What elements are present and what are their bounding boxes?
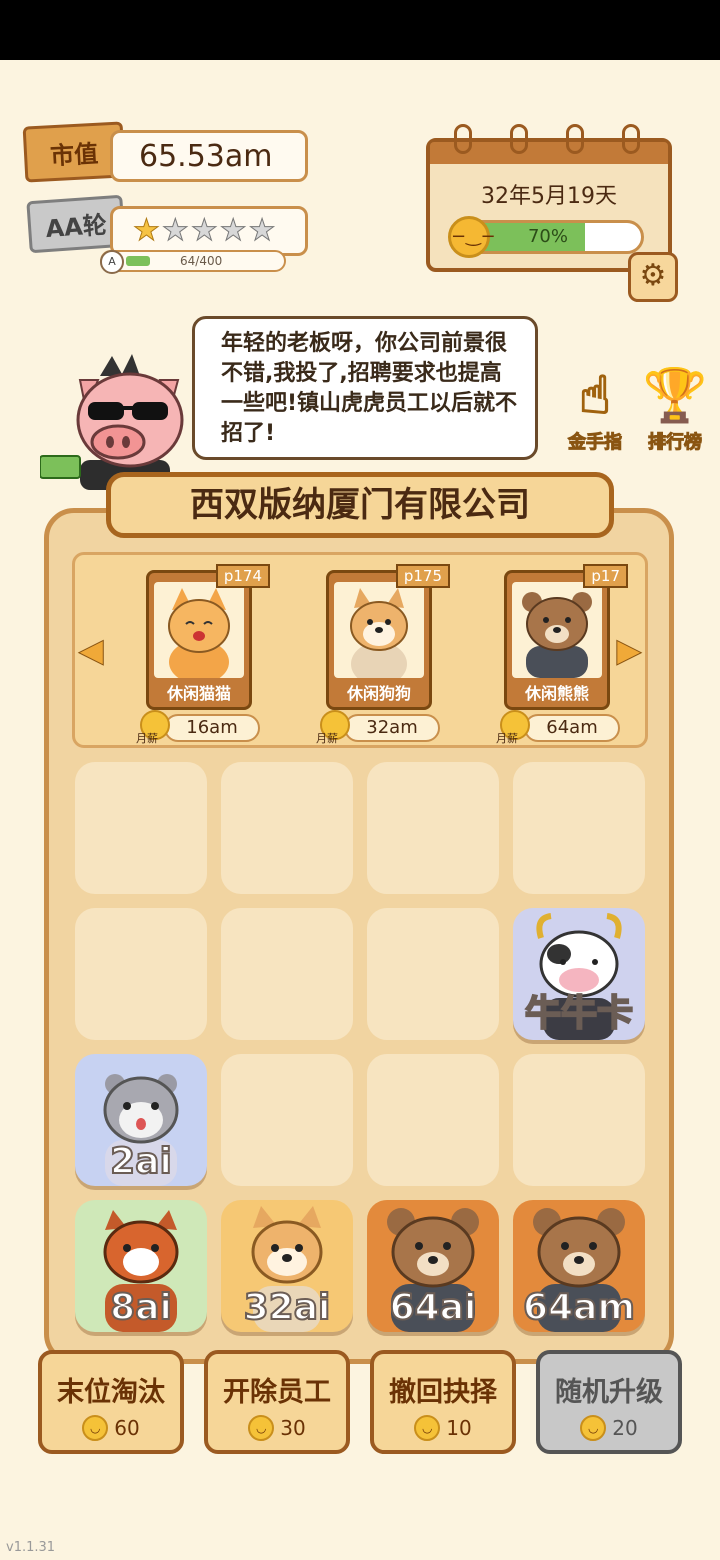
salary-value: 16am xyxy=(164,714,260,742)
smiley-coin-icon: ◡ xyxy=(82,1415,109,1441)
action-cost: 30 xyxy=(280,1416,306,1440)
grid-cell-empty[interactable] xyxy=(513,762,645,894)
round-progress-bar: A 64/400 xyxy=(100,250,286,274)
grid-cell-empty[interactable] xyxy=(221,1054,353,1186)
scroll-right-arrow-icon[interactable]: ▶ xyxy=(614,630,644,670)
grid-cell-red-panda[interactable]: 8ai xyxy=(75,1200,207,1332)
round-progress-text: 64/400 xyxy=(180,254,223,268)
cow-card-label: 牛牛卡 xyxy=(524,992,634,1035)
pig-investor-avatar xyxy=(40,354,184,490)
random-upgrade-button[interactable]: 随机升级 ◡ 20 xyxy=(536,1350,682,1454)
action-label: 开除员工 xyxy=(223,1377,331,1408)
settings-gear-icon[interactable]: ⚙ xyxy=(628,252,678,302)
action-label: 撤回抉择 xyxy=(389,1377,497,1408)
round-badge: A xyxy=(100,250,124,274)
grid-cell-bear[interactable]: 64am xyxy=(513,1200,645,1332)
version-label: v1.1.31 xyxy=(6,1540,56,1555)
grid-cell-empty[interactable] xyxy=(221,908,353,1040)
calendar-ring xyxy=(454,124,472,154)
action-cost: 20 xyxy=(612,1416,638,1440)
grid-cell-empty[interactable] xyxy=(513,1054,645,1186)
market-value-display: 65.53am xyxy=(110,130,308,182)
star-icon: ★ xyxy=(133,213,161,248)
trophy-icon: 🏆 xyxy=(642,365,709,427)
salary-pill: 32am 月薪 xyxy=(316,710,442,745)
smiley-coin-icon: ◡ xyxy=(414,1415,441,1441)
red-panda-level: 8ai xyxy=(109,1286,173,1329)
salary-tag: 月薪 xyxy=(316,732,338,745)
grid-cell-empty[interactable] xyxy=(367,908,499,1040)
eliminate-last-button[interactable]: 末位淘汰 ◡ 60 xyxy=(38,1350,184,1454)
action-cost: 60 xyxy=(114,1416,140,1440)
bear-level: 64ai xyxy=(389,1286,478,1329)
calendar-ring xyxy=(510,124,528,154)
grid-cell-empty[interactable] xyxy=(221,762,353,894)
game-date: 32年5月19天 xyxy=(481,184,617,209)
dialogue-text: 年轻的老板呀，你公司前景很不错,我投了,招聘要求也提高一些吧!镇山虎虎员工以后就… xyxy=(221,331,518,446)
golden-finger-button[interactable]: ☝ 金手指 xyxy=(560,364,630,454)
bear-portrait xyxy=(512,582,602,678)
recruit-card-cat[interactable]: 休闲猫猫 p174 xyxy=(146,564,270,710)
action-label: 随机升级 xyxy=(555,1377,663,1408)
hamster-level: 2ai xyxy=(109,1140,173,1183)
grid-cell-shiba[interactable]: 32ai xyxy=(221,1200,353,1332)
action-cost: 10 xyxy=(446,1416,472,1440)
market-value-text: 65.53am xyxy=(139,138,273,174)
card-level-tag: p17 xyxy=(583,564,628,588)
salary-value: 64am xyxy=(524,714,620,742)
card-name: 休闲熊熊 xyxy=(524,684,589,703)
investor-dialogue: 年轻的老板呀，你公司前景很不错,我投了,招聘要求也提高一些吧!镇山虎虎员工以后就… xyxy=(192,316,538,460)
cat-portrait xyxy=(154,582,244,678)
star-rating: ★ ★ ★ ★ ★ xyxy=(110,206,308,256)
round-progress-fill xyxy=(126,256,150,266)
action-label: 末位淘汰 xyxy=(57,1377,165,1408)
star-icon: ★ xyxy=(248,213,276,248)
salary-tag: 月薪 xyxy=(496,732,518,745)
pointing-hand-icon: ☝ xyxy=(578,365,612,427)
star-icon: ★ xyxy=(161,213,189,248)
calendar-ring xyxy=(622,124,640,154)
card-name: 休闲狗狗 xyxy=(346,684,411,703)
grid-cell-hamster[interactable]: 2ai xyxy=(75,1054,207,1186)
card-name: 休闲猫猫 xyxy=(166,684,231,703)
star-icon: ★ xyxy=(190,213,218,248)
grid-cell-empty[interactable] xyxy=(367,762,499,894)
grid-cell-empty[interactable] xyxy=(75,762,207,894)
calendar-ring xyxy=(566,124,584,154)
smiley-coin-icon: ◡ xyxy=(248,1415,275,1441)
salary-pill: 64am 月薪 xyxy=(496,710,622,745)
grid-cell-empty[interactable] xyxy=(367,1054,499,1186)
salary-pill: 16am 月薪 xyxy=(136,710,262,745)
bear-level: 64am xyxy=(522,1286,636,1329)
dog-portrait xyxy=(334,582,424,678)
recruit-card-dog[interactable]: 休闲狗狗 p175 xyxy=(326,564,450,710)
mood-face-icon: −‿− xyxy=(448,216,496,258)
fire-employee-button[interactable]: 开除员工 ◡ 30 xyxy=(204,1350,350,1454)
card-level-tag: p175 xyxy=(395,564,450,588)
grid-cell-empty[interactable] xyxy=(75,908,207,1040)
leaderboard-button[interactable]: 🏆 排行榜 xyxy=(640,364,710,454)
salary-tag: 月薪 xyxy=(136,732,158,745)
grid-cell-bear[interactable]: 64ai xyxy=(367,1200,499,1332)
grid-cell-cow-card[interactable]: 牛牛卡 xyxy=(513,908,645,1040)
recruit-card-bear[interactable]: 休闲熊熊 p17 xyxy=(504,564,628,710)
card-level-tag: p174 xyxy=(215,564,270,588)
salary-value: 32am xyxy=(344,714,440,742)
smiley-coin-icon: ◡ xyxy=(580,1415,607,1441)
star-icon: ★ xyxy=(219,213,247,248)
status-bar xyxy=(0,0,720,60)
shiba-level: 32ai xyxy=(243,1286,332,1329)
scroll-left-arrow-icon[interactable]: ◀ xyxy=(76,630,106,670)
company-name: 西双版纳厦门有限公司 xyxy=(106,472,614,538)
undo-choice-button[interactable]: 撤回抉择 ◡ 10 xyxy=(370,1350,516,1454)
leaderboard-label: 排行榜 xyxy=(648,432,703,454)
golden-finger-label: 金手指 xyxy=(568,432,623,454)
